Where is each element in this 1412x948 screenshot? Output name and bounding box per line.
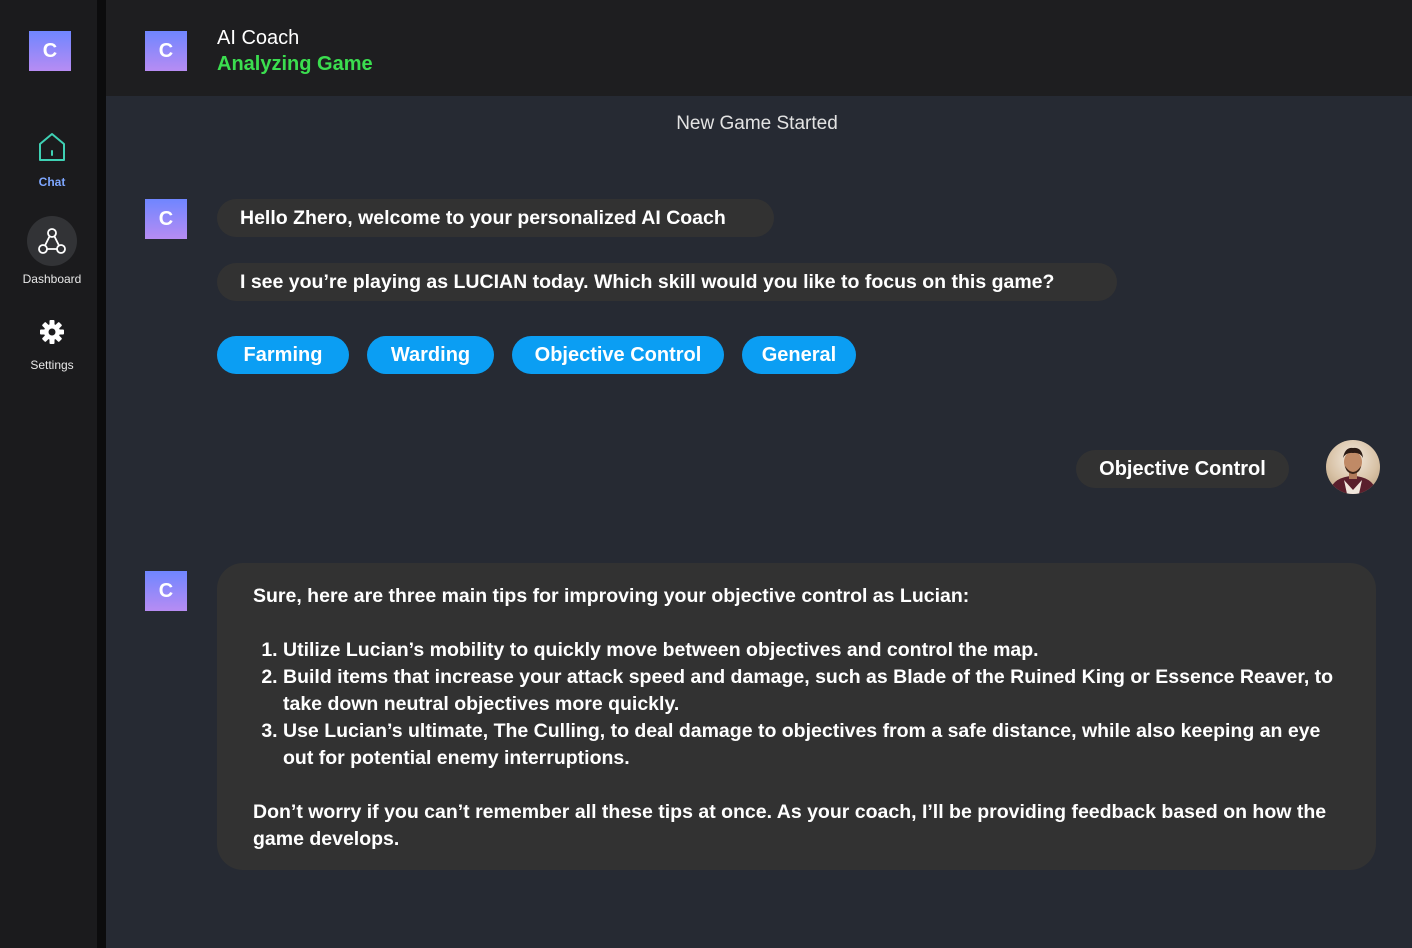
option-farming-button[interactable]: Farming <box>217 336 349 374</box>
coach-avatar: C <box>145 31 187 71</box>
coach-avatar: C <box>145 571 187 611</box>
sidebar-item-label: Chat <box>38 175 66 189</box>
page-title: AI Coach <box>217 27 300 49</box>
option-general-button[interactable]: General <box>742 336 856 374</box>
home-icon <box>35 130 69 169</box>
user-avatar[interactable] <box>1326 440 1380 494</box>
user-message: Objective Control <box>1076 450 1289 488</box>
tips-list: Utilize Lucian’s mobility to quickly mov… <box>253 637 1340 772</box>
answer-outro: Don’t worry if you can’t remember all th… <box>253 801 1327 850</box>
chat-header: C AI Coach Analyzing Game <box>106 0 1412 96</box>
sidebar-divider <box>97 0 106 948</box>
sidebar-item-dashboard[interactable]: Dashboard <box>0 216 104 286</box>
option-warding-button[interactable]: Warding <box>367 336 494 374</box>
gear-icon <box>38 318 66 351</box>
sidebar: C Chat Dashboard Settings <box>0 0 97 948</box>
network-icon <box>27 216 77 266</box>
list-item: Use Lucian’s ultimate, The Culling, to d… <box>283 718 1340 772</box>
list-item: Utilize Lucian’s mobility to quickly mov… <box>283 637 1340 664</box>
app-logo[interactable]: C <box>29 31 71 71</box>
coach-answer-message: Sure, here are three main tips for impro… <box>217 563 1376 870</box>
answer-intro: Sure, here are three main tips for impro… <box>253 585 970 607</box>
sidebar-item-settings[interactable]: Settings <box>0 318 104 372</box>
coach-message: I see you’re playing as LUCIAN today. Wh… <box>217 263 1117 301</box>
list-item: Build items that increase your attack sp… <box>283 664 1340 718</box>
chat-area: New Game Started C Hello Zhero, welcome … <box>106 96 1412 948</box>
sidebar-item-label: Dashboard <box>22 272 82 286</box>
status-text: Analyzing Game <box>217 53 373 75</box>
coach-avatar: C <box>145 199 187 239</box>
sidebar-item-label: Settings <box>30 358 74 372</box>
sidebar-item-chat[interactable]: Chat <box>0 130 104 189</box>
coach-message: Hello Zhero, welcome to your personalize… <box>217 199 774 237</box>
system-notice: New Game Started <box>676 113 838 134</box>
option-objective-control-button[interactable]: Objective Control <box>512 336 724 374</box>
